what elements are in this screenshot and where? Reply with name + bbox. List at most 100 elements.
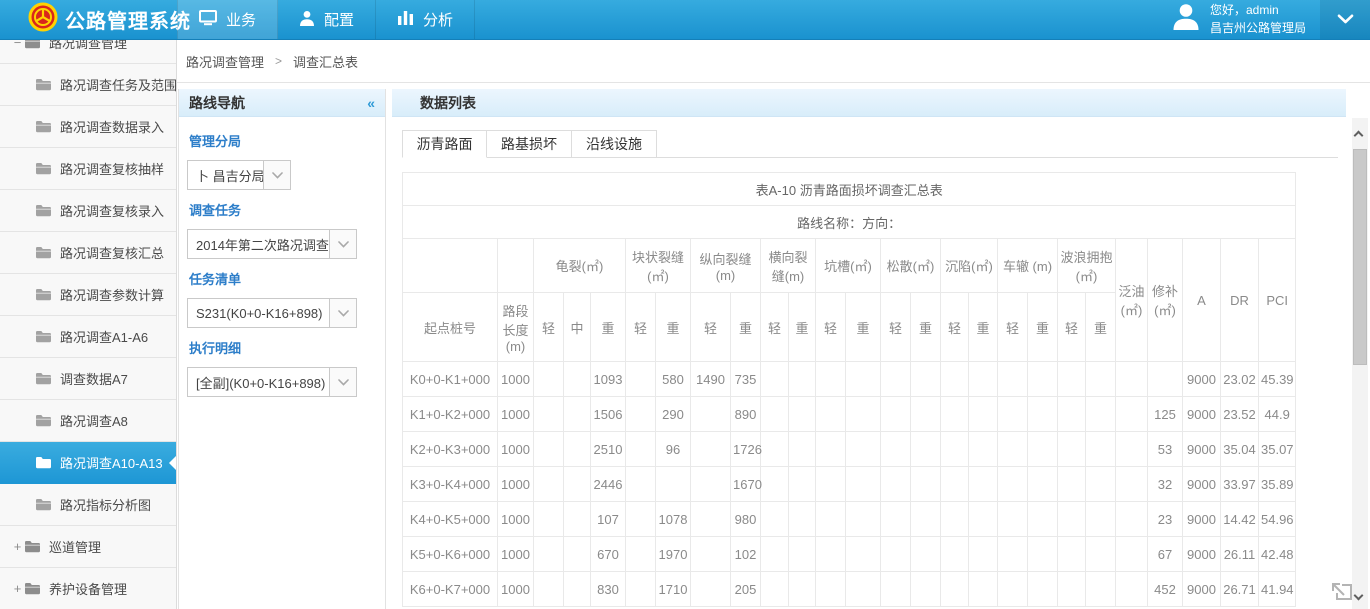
table-cell bbox=[846, 467, 881, 502]
header-severity-cell: 中 bbox=[564, 293, 591, 362]
sidebar-item-label: 路况调查复核录入 bbox=[60, 201, 164, 220]
task-list-select[interactable]: S231(K0+0-K16+898) bbox=[187, 298, 357, 328]
table-cell bbox=[941, 362, 969, 397]
table-row-3: K3+0-K4+00010002446167032900033.9735.89 bbox=[403, 467, 1296, 502]
sidebar-item-6[interactable]: 路况调查参数计算 bbox=[0, 274, 176, 316]
sidebar-item-label: 养护设备管理 bbox=[49, 579, 127, 598]
user-info[interactable]: 您好，admin 昌吉州公路管理局 bbox=[1157, 0, 1320, 39]
sidebar-item-1[interactable]: 路况调查任务及范围 bbox=[0, 64, 176, 106]
table-cell bbox=[1058, 467, 1086, 502]
table-row-6: K6+0-K7+00010008301710205452900026.7141.… bbox=[403, 572, 1296, 607]
table-cell bbox=[761, 502, 789, 537]
table-cell bbox=[564, 502, 591, 537]
table-cell: 44.9 bbox=[1259, 397, 1296, 432]
breadcrumb-item-0[interactable]: 路况调查管理 bbox=[186, 52, 264, 71]
sidebar-item-5[interactable]: 路况调查复核汇总 bbox=[0, 232, 176, 274]
collapse-panel-icon[interactable]: « bbox=[367, 95, 375, 111]
route-panel-body: 管理分局卜 昌吉分局调查任务2014年第二次路况调查任务清单S231(K0+0-… bbox=[179, 117, 385, 401]
sidebar-item-label: 路况指标分析图 bbox=[60, 495, 151, 514]
table-cell: 1000 bbox=[498, 432, 534, 467]
sidebar-item-8[interactable]: 调查数据A7 bbox=[0, 358, 176, 400]
top-tab-business[interactable]: 业务 bbox=[177, 0, 278, 39]
tab-asphalt-pavement[interactable]: 沥青路面 bbox=[402, 130, 487, 158]
management-branch-select[interactable]: 卜 昌吉分局 bbox=[187, 160, 291, 190]
table-cell: 26.11 bbox=[1221, 537, 1259, 572]
collapse-node-icon[interactable]: − bbox=[11, 40, 24, 50]
chevron-down-icon[interactable] bbox=[329, 368, 356, 396]
top-nav-tabs: 业务配置分析 bbox=[177, 0, 475, 39]
header-cell: DR bbox=[1221, 239, 1259, 362]
table-cell bbox=[691, 397, 731, 432]
sidebar-item-label: 路况调查复核抽样 bbox=[60, 159, 164, 178]
tab-roadside-facilities[interactable]: 沿线设施 bbox=[572, 130, 657, 158]
chevron-down-icon[interactable] bbox=[329, 299, 356, 327]
table-cell: 1000 bbox=[498, 397, 534, 432]
header-group-cell: 块状裂缝(㎡) bbox=[626, 239, 691, 293]
expand-node-icon[interactable]: + bbox=[11, 581, 24, 596]
table-cell: 23 bbox=[1148, 502, 1183, 537]
table-cell bbox=[969, 362, 998, 397]
sidebar-item-9[interactable]: 路况调查A8 bbox=[0, 400, 176, 442]
table-cell bbox=[911, 397, 941, 432]
table-cell bbox=[761, 362, 789, 397]
sidebar-item-13[interactable]: + 养护设备管理 bbox=[0, 568, 176, 609]
header-severity-cell: 重 bbox=[656, 293, 691, 362]
content-area: 路况调查管理>调查汇总表 路线导航 « 管理分局卜 昌吉分局调查任务2014年第… bbox=[177, 40, 1370, 609]
scroll-up-arrow[interactable] bbox=[1354, 131, 1364, 141]
task-list-label: 任务清单 bbox=[189, 269, 377, 288]
table-cell bbox=[761, 537, 789, 572]
header-cell: 修补(㎡) bbox=[1148, 239, 1183, 362]
table-cell bbox=[626, 467, 656, 502]
table-cell: 1000 bbox=[498, 537, 534, 572]
scroll-thumb[interactable] bbox=[1353, 149, 1367, 365]
table-cell: 1000 bbox=[498, 362, 534, 397]
folder-icon bbox=[35, 414, 52, 427]
table-cell: K6+0-K7+000 bbox=[403, 572, 498, 607]
header-severity-cell: 重 bbox=[789, 293, 816, 362]
table-cell: 1726 bbox=[731, 432, 761, 467]
sidebar-item-11[interactable]: 路况指标分析图 bbox=[0, 484, 176, 526]
expand-node-icon[interactable]: + bbox=[11, 539, 24, 554]
field-management-branch: 管理分局卜 昌吉分局 bbox=[187, 131, 377, 190]
sidebar-item-7[interactable]: 路况调查A1-A6 bbox=[0, 316, 176, 358]
sidebar-item-label: 调查数据A7 bbox=[60, 369, 128, 388]
tab-roadbed-damage[interactable]: 路基损坏 bbox=[487, 130, 572, 158]
table-cell: 1093 bbox=[591, 362, 626, 397]
top-tab-config[interactable]: 配置 bbox=[278, 0, 376, 39]
chevron-down-icon[interactable] bbox=[263, 161, 290, 189]
table-cell bbox=[1116, 362, 1148, 397]
table-cell bbox=[1116, 397, 1148, 432]
sidebar-item-10[interactable]: 路况调查A10-A13 bbox=[0, 442, 176, 484]
user-menu-toggle[interactable] bbox=[1320, 0, 1370, 39]
header-group-cell: 龟裂(㎡) bbox=[534, 239, 626, 293]
sidebar-item-2[interactable]: 路况调查数据录入 bbox=[0, 106, 176, 148]
header-group-cell: 沉陷(㎡) bbox=[941, 239, 998, 293]
survey-task-select[interactable]: 2014年第二次路况调查 bbox=[187, 229, 357, 259]
table-title-row: 表A-10 沥青路面损坏调查汇总表 bbox=[403, 173, 1296, 206]
table-cell bbox=[1028, 467, 1058, 502]
header-severity-cell: 重 bbox=[969, 293, 998, 362]
user-icon bbox=[299, 10, 315, 30]
table-cell: 1000 bbox=[498, 502, 534, 537]
table-cell bbox=[1116, 537, 1148, 572]
table-cell: 26.71 bbox=[1221, 572, 1259, 607]
sidebar-item-4[interactable]: 路况调查复核录入 bbox=[0, 190, 176, 232]
top-tab-analysis[interactable]: 分析 bbox=[376, 0, 475, 39]
table-cell: 1970 bbox=[656, 537, 691, 572]
table-cell bbox=[846, 502, 881, 537]
sidebar-item-3[interactable]: 路况调查复核抽样 bbox=[0, 148, 176, 190]
page-scrollbar[interactable] bbox=[1352, 118, 1368, 609]
table-cell bbox=[691, 467, 731, 502]
table-cell bbox=[941, 537, 969, 572]
table-cell: 1000 bbox=[498, 467, 534, 502]
user-text: 您好，admin 昌吉州公路管理局 bbox=[1210, 2, 1306, 37]
sidebar-item-0[interactable]: −路况调查管理 bbox=[0, 40, 176, 64]
brand-title: 公路管理系统 bbox=[65, 5, 191, 34]
header-severity-cell: 重 bbox=[846, 293, 881, 362]
table-cell bbox=[941, 432, 969, 467]
sidebar-item-12[interactable]: +巡道管理 bbox=[0, 526, 176, 568]
execution-detail-select[interactable]: [全副](K0+0-K16+898) bbox=[187, 367, 357, 397]
table-cell bbox=[846, 572, 881, 607]
popout-icon[interactable] bbox=[1328, 573, 1356, 603]
chevron-down-icon[interactable] bbox=[329, 230, 356, 258]
